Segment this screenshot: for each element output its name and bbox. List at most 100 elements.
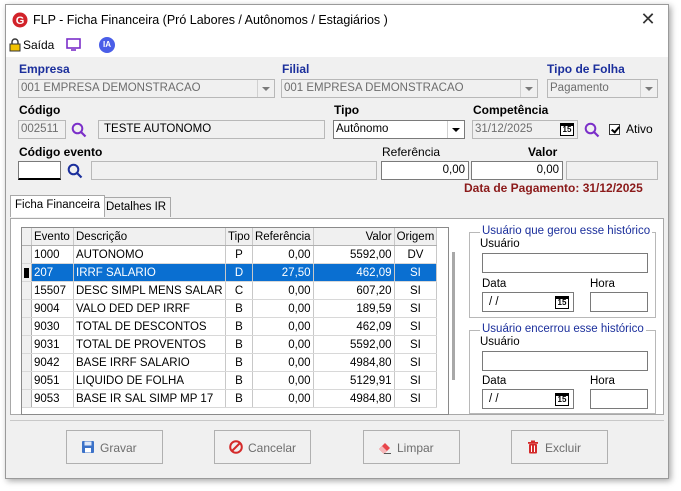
grid-scrollbar[interactable] xyxy=(449,248,459,415)
column-header-valor[interactable]: Valor xyxy=(313,228,395,246)
gravar-button[interactable]: Gravar xyxy=(66,430,163,464)
search-icon[interactable] xyxy=(71,122,87,138)
table-row[interactable]: 9030 TOTAL DE DESCONTOS B 0,00 462,09 SI xyxy=(22,317,438,336)
tipo-folha-select[interactable]: Pagamento xyxy=(547,79,658,98)
ia-assistant-button[interactable]: IA xyxy=(99,37,115,53)
filial-select[interactable]: 001 EMPRESA DEMONSTRACAO xyxy=(281,79,538,98)
chevron-down-icon[interactable] xyxy=(520,80,537,97)
cell-referencia: 0,00 xyxy=(252,281,314,300)
calendar-icon[interactable]: 15 xyxy=(555,393,569,406)
table-row[interactable]: 15507 DESC SIMPL MENS SALAR C 0,00 607,2… xyxy=(22,281,438,300)
tab-detalhes-ir[interactable]: Detalhes IR xyxy=(101,197,172,217)
chevron-down-icon[interactable] xyxy=(257,80,274,97)
trash-icon xyxy=(528,440,538,454)
divider xyxy=(10,420,664,421)
save-icon xyxy=(82,441,94,453)
cell-descricao: TOTAL DE PROVENTOS xyxy=(73,335,226,354)
window-title: FLP - Ficha Financeira (Pró Labores / Au… xyxy=(33,13,388,27)
cell-descricao: IRRF SALARIO xyxy=(73,263,226,282)
row-indicator xyxy=(22,353,32,372)
history-created-caption: Usuário que gerou esse histórico xyxy=(480,225,653,237)
row-indicator xyxy=(22,317,32,336)
tab-ficha-financeira[interactable]: Ficha Financeira xyxy=(10,195,106,217)
ativo-checkbox[interactable] xyxy=(609,124,620,135)
row-indicator xyxy=(22,371,32,390)
excluir-button[interactable]: Excluir xyxy=(511,430,608,464)
chevron-down-icon[interactable] xyxy=(447,121,464,138)
referencia-label: Referência xyxy=(382,145,441,159)
hora-created-field[interactable] xyxy=(590,292,648,312)
column-header-referencia[interactable]: Referência xyxy=(252,228,314,246)
usuario-closed-field[interactable] xyxy=(482,351,648,371)
column-header-origem[interactable]: Origem xyxy=(394,228,438,246)
grid-header-row: Evento Descrição Tipo Referência Valor O… xyxy=(22,228,438,246)
referencia-field[interactable]: 0,00 xyxy=(381,161,469,180)
events-grid[interactable]: Evento Descrição Tipo Referência Valor O… xyxy=(21,227,449,415)
codigo-evento-desc-field xyxy=(91,161,377,180)
codigo-evento-field[interactable] xyxy=(18,161,61,180)
calendar-icon[interactable]: 15 xyxy=(560,123,574,136)
column-header-evento[interactable]: Evento xyxy=(31,228,74,246)
monitor-icon[interactable] xyxy=(66,38,81,51)
cancelar-button[interactable]: Cancelar xyxy=(214,430,311,464)
cell-valor: 4984,80 xyxy=(313,353,395,372)
calendar-icon[interactable]: 15 xyxy=(555,296,569,309)
cell-tipo: B xyxy=(225,371,253,390)
toolbar: Saída IA xyxy=(6,35,668,57)
data-label: Data xyxy=(482,375,507,387)
cell-referencia: 0,00 xyxy=(252,371,314,390)
chevron-down-icon[interactable] xyxy=(640,80,657,97)
cell-valor: 5592,00 xyxy=(313,245,395,264)
table-row[interactable]: 9051 LIQUIDO DE FOLHA B 0,00 5129,91 SI xyxy=(22,371,438,390)
codigo-field[interactable]: 002511 xyxy=(18,120,66,139)
data-closed-field[interactable]: / / 15 xyxy=(482,389,574,409)
cell-valor: 462,09 xyxy=(313,263,395,282)
table-row[interactable]: 9042 BASE IRRF SALARIO B 0,00 4984,80 SI xyxy=(22,353,438,372)
usuario-label: Usuário xyxy=(480,336,520,348)
exit-button[interactable]: Saída xyxy=(23,38,54,52)
usuario-created-field[interactable] xyxy=(482,253,648,273)
cell-valor: 462,09 xyxy=(313,317,395,336)
cell-origem: SI xyxy=(394,353,438,372)
data-created-field[interactable]: / / 15 xyxy=(482,292,574,312)
valor-field[interactable]: 0,00 xyxy=(471,161,563,180)
table-row[interactable]: 1000 AUTONOMO P 0,00 5592,00 DV xyxy=(22,245,438,264)
table-row[interactable]: 9053 BASE IR SAL SIMP MP 17 B 0,00 4984,… xyxy=(22,389,438,408)
codigo-evento-label: Código evento xyxy=(19,145,103,159)
close-icon[interactable]: ✕ xyxy=(638,9,658,29)
competencia-field[interactable]: 31/12/2025 15 xyxy=(472,120,578,139)
search-icon[interactable] xyxy=(584,122,600,138)
cell-origem: DV xyxy=(394,245,438,264)
cell-valor: 607,20 xyxy=(313,281,395,300)
cell-evento: 15507 xyxy=(31,281,74,300)
title-bar: G FLP - Ficha Financeira (Pró Labores / … xyxy=(6,5,668,35)
eraser-icon xyxy=(379,443,391,454)
row-indicator xyxy=(22,245,32,264)
column-header-descricao[interactable]: Descrição xyxy=(73,228,226,246)
payment-date: Data de Pagamento: 31/12/2025 xyxy=(464,181,643,195)
cell-referencia: 0,00 xyxy=(252,299,314,318)
limpar-button[interactable]: Limpar xyxy=(363,430,460,464)
cell-valor: 5129,91 xyxy=(313,371,395,390)
cell-tipo: B xyxy=(225,335,253,354)
cell-descricao: BASE IRRF SALARIO xyxy=(73,353,226,372)
history-created-group: Usuário que gerou esse histórico Usuário… xyxy=(469,225,656,318)
cell-tipo: B xyxy=(225,299,253,318)
search-icon[interactable] xyxy=(67,163,83,179)
competencia-label: Competência xyxy=(473,103,549,117)
scrollbar-thumb[interactable] xyxy=(452,252,455,380)
cell-referencia: 27,50 xyxy=(252,263,314,282)
empresa-select[interactable]: 001 EMPRESA DEMONSTRACAO xyxy=(18,79,275,98)
cell-tipo: C xyxy=(225,281,253,300)
current-row-marker-icon xyxy=(24,267,29,278)
lock-icon[interactable] xyxy=(9,38,21,52)
table-row-selected[interactable]: 207 IRRF SALARIO D 27,50 462,09 SI xyxy=(22,263,438,282)
cell-evento: 1000 xyxy=(31,245,74,264)
cell-tipo: P xyxy=(225,245,253,264)
hora-closed-field[interactable] xyxy=(590,389,648,409)
table-row[interactable]: 9004 VALO DED DEP IRRF B 0,00 189,59 SI xyxy=(22,299,438,318)
tipo-select[interactable]: Autônomo xyxy=(333,120,465,139)
column-header-tipo[interactable]: Tipo xyxy=(225,228,253,246)
row-indicator xyxy=(22,263,32,282)
table-row[interactable]: 9031 TOTAL DE PROVENTOS B 0,00 5592,00 S… xyxy=(22,335,438,354)
